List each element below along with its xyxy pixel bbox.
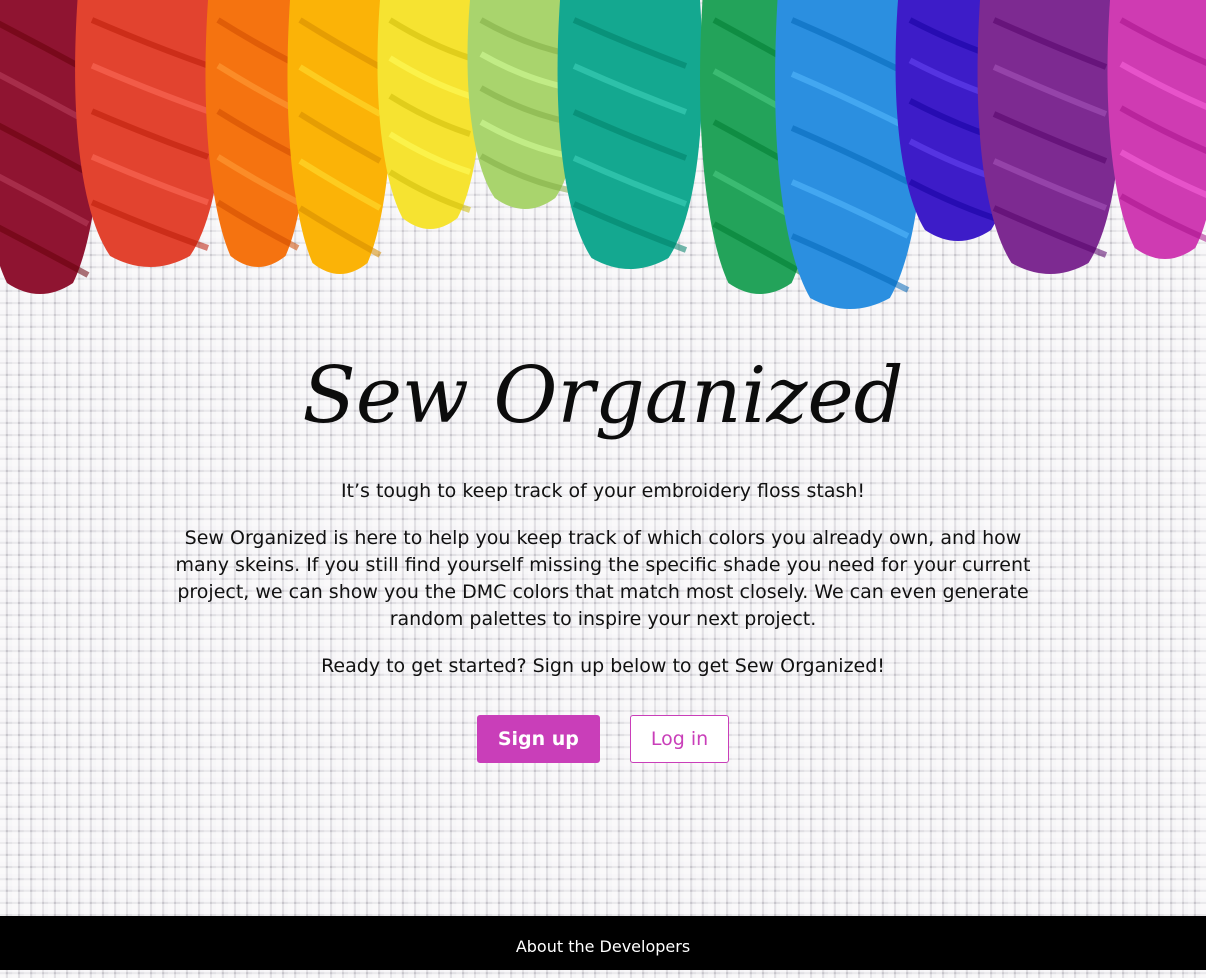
floss-banner-image — [0, 0, 1206, 320]
floss-skein — [75, 0, 225, 267]
floss-skein — [1107, 0, 1206, 259]
floss-skein — [287, 0, 393, 274]
signup-button[interactable]: Sign up — [476, 715, 600, 763]
site-title: Sew Organized — [303, 351, 903, 441]
landing-content: Sew Organized It’s tough to keep track o… — [0, 340, 1206, 763]
floss-skein — [977, 0, 1123, 274]
floss-skein — [377, 0, 483, 229]
embroidery-floss-skeins — [0, 0, 1206, 309]
call-to-action-text: Ready to get started? Sign up below to g… — [321, 655, 885, 677]
site-title-logo: Sew Organized — [303, 351, 903, 441]
about-developers-link[interactable]: About the Developers — [516, 937, 690, 956]
tagline: It’s tough to keep track of your embroid… — [340, 480, 866, 502]
site-logo: Sew Organized — [303, 340, 903, 450]
description-text: Sew Organized is here to help you keep t… — [175, 527, 1031, 630]
auth-buttons: Sign up Log in — [0, 715, 1206, 763]
login-button[interactable]: Log in — [629, 715, 730, 763]
floss-skein — [557, 0, 703, 269]
footer: About the Developers — [0, 916, 1206, 970]
